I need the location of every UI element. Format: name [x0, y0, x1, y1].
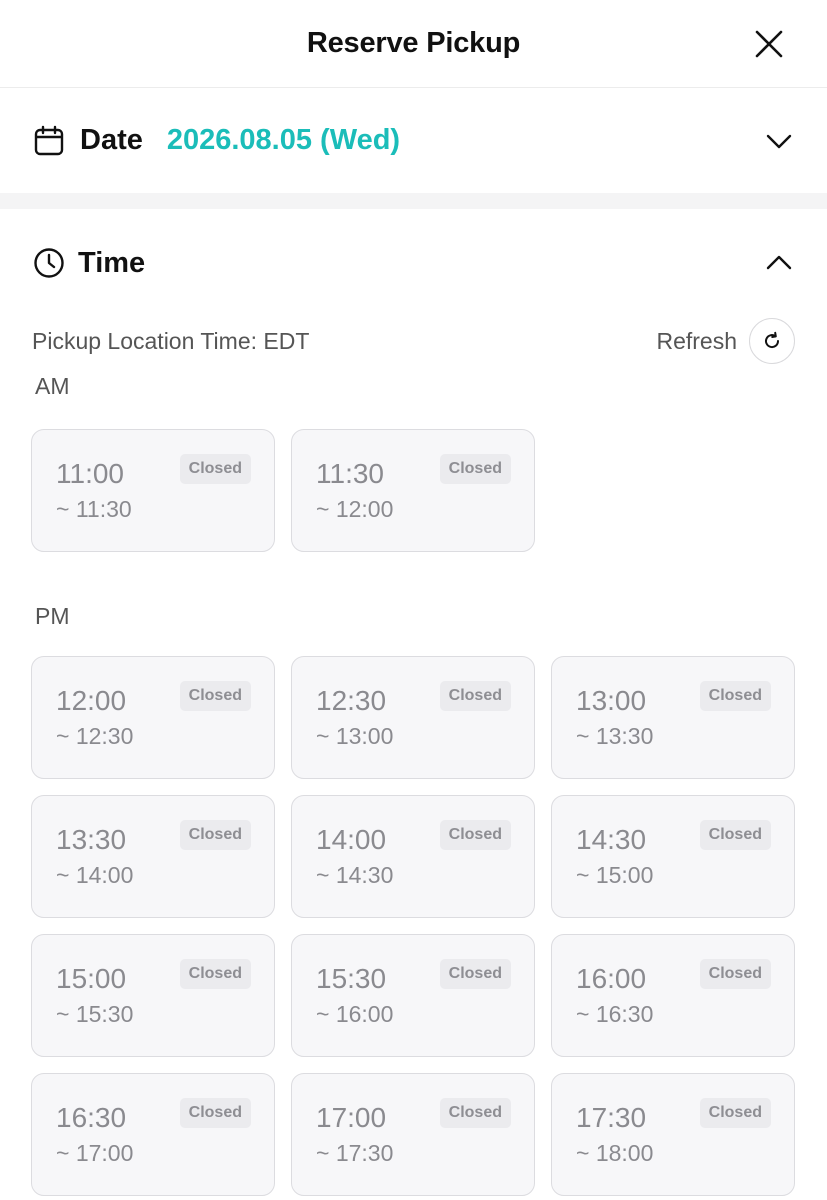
- slot-end-time: ~ 17:00: [56, 1140, 134, 1166]
- time-slot[interactable]: 13:00 ~ 13:30 Closed: [551, 656, 795, 779]
- time-slot[interactable]: 17:00 ~ 17:30 Closed: [291, 1073, 535, 1196]
- am-slot-grid: 11:00 ~ 11:30 Closed 11:30 ~ 12:00 Closed: [0, 429, 827, 552]
- time-slot[interactable]: 16:30 ~ 17:00 Closed: [31, 1073, 275, 1196]
- chevron-down-icon: [766, 134, 792, 148]
- slot-end-time: ~ 12:30: [56, 723, 134, 749]
- chevron-up-icon: [766, 255, 792, 270]
- status-badge: Closed: [439, 1098, 511, 1128]
- time-slot[interactable]: 15:30 ~ 16:00 Closed: [291, 934, 535, 1057]
- time-label: Time: [78, 246, 146, 279]
- header: Reserve Pickup: [0, 0, 827, 88]
- time-slot[interactable]: 16:00 ~ 16:30 Closed: [551, 934, 795, 1057]
- pm-label: PM: [35, 603, 70, 629]
- slot-end-time: ~ 15:00: [576, 862, 654, 888]
- slot-end-time: ~ 14:30: [316, 862, 394, 888]
- slot-end-time: ~ 13:00: [316, 723, 394, 749]
- refresh-label: Refresh: [656, 327, 737, 354]
- time-slot[interactable]: 13:30 ~ 14:00 Closed: [31, 795, 275, 918]
- time-section-header[interactable]: Time: [0, 209, 827, 317]
- status-badge: Closed: [179, 454, 251, 484]
- status-badge: Closed: [699, 959, 771, 989]
- time-slot[interactable]: 14:00 ~ 14:30 Closed: [291, 795, 535, 918]
- time-slot[interactable]: 12:30 ~ 13:00 Closed: [291, 656, 535, 779]
- refresh-icon: [765, 331, 780, 349]
- close-icon: [755, 30, 783, 58]
- status-badge: Closed: [439, 959, 511, 989]
- status-badge: Closed: [439, 820, 511, 850]
- status-badge: Closed: [179, 681, 251, 711]
- time-slot[interactable]: 11:30 ~ 12:00 Closed: [291, 429, 535, 552]
- reserve-pickup-page: Reserve Pickup Date 2026.08.05 (Wed) Tim…: [0, 0, 827, 1200]
- slot-end-time: ~ 17:30: [316, 1140, 394, 1166]
- section-divider: [0, 193, 827, 209]
- timezone-row: Pickup Location Time: EDT Refresh: [0, 317, 827, 365]
- slot-end-time: ~ 13:30: [576, 723, 654, 749]
- status-badge: Closed: [699, 820, 771, 850]
- refresh-icon-button[interactable]: [749, 318, 795, 364]
- status-badge: Closed: [179, 820, 251, 850]
- calendar-icon: [32, 124, 66, 158]
- time-slot[interactable]: 12:00 ~ 12:30 Closed: [31, 656, 275, 779]
- status-badge: Closed: [179, 959, 251, 989]
- slot-end-time: ~ 14:00: [56, 862, 134, 888]
- date-selector[interactable]: Date 2026.08.05 (Wed): [0, 88, 827, 193]
- time-slot[interactable]: 14:30 ~ 15:00 Closed: [551, 795, 795, 918]
- status-badge: Closed: [179, 1098, 251, 1128]
- time-slot[interactable]: 11:00 ~ 11:30 Closed: [31, 429, 275, 552]
- time-slot[interactable]: 17:30 ~ 18:00 Closed: [551, 1073, 795, 1196]
- status-badge: Closed: [439, 454, 511, 484]
- refresh-button[interactable]: Refresh: [656, 318, 795, 364]
- am-label: AM: [35, 373, 70, 399]
- slot-end-time: ~ 15:30: [56, 1001, 134, 1027]
- time-collapse-button[interactable]: [763, 247, 795, 279]
- date-label: Date: [80, 124, 143, 156]
- date-value: 2026.08.05 (Wed): [166, 124, 401, 156]
- status-badge: Closed: [439, 681, 511, 711]
- page-title: Reserve Pickup: [306, 27, 521, 59]
- date-expand-button[interactable]: [763, 125, 795, 157]
- status-badge: Closed: [699, 1098, 771, 1128]
- status-badge: Closed: [699, 681, 771, 711]
- pm-slot-grid: 12:00 ~ 12:30 Closed 12:30 ~ 13:00 Closed 13:0…: [0, 656, 827, 1196]
- time-slot[interactable]: 15:00 ~ 15:30 Closed: [31, 934, 275, 1057]
- slot-end-time: ~ 12:00: [316, 496, 394, 522]
- slot-end-time: ~ 11:30: [56, 496, 132, 522]
- timezone-text: Pickup Location Time: EDT: [32, 327, 310, 354]
- clock-icon: [32, 246, 66, 280]
- slot-end-time: ~ 16:00: [316, 1001, 394, 1027]
- close-button[interactable]: [749, 24, 789, 64]
- slot-end-time: ~ 16:30: [576, 1001, 654, 1027]
- slot-end-time: ~ 18:00: [576, 1140, 654, 1166]
